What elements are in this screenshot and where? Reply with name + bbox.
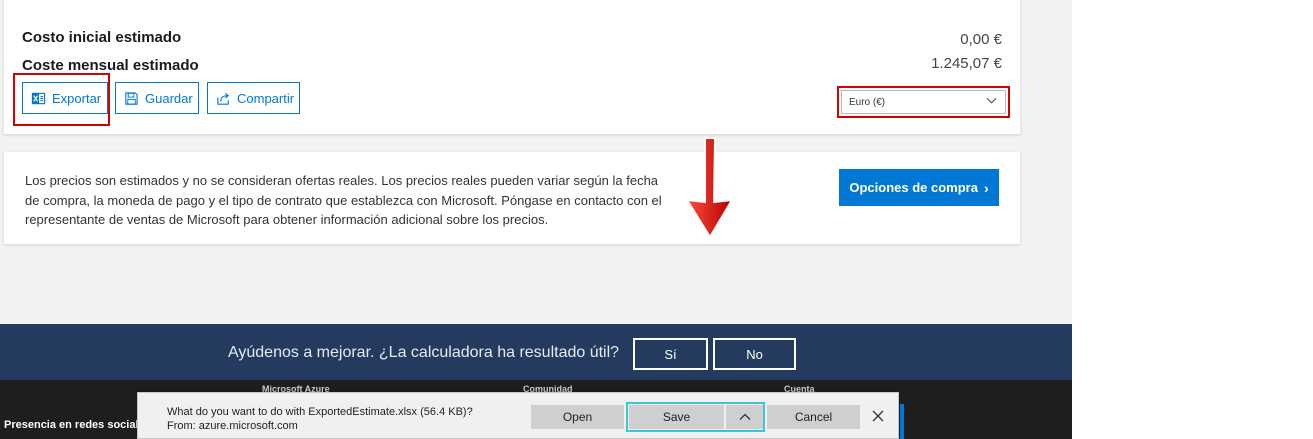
save-options-button[interactable] xyxy=(726,405,763,429)
page-button-edge xyxy=(900,404,904,439)
chevron-right-icon: › xyxy=(983,179,989,196)
pricing-disclaimer: Los precios son estimados y no se consid… xyxy=(25,173,662,227)
save-estimate-label: Guardar xyxy=(145,90,193,106)
export-highlight-box xyxy=(13,73,110,126)
close-icon[interactable] xyxy=(871,409,885,423)
initial-cost-value: 0,00 € xyxy=(960,31,1002,48)
initial-cost-label: Costo inicial estimado xyxy=(22,29,182,46)
download-question: What do you want to do with ExportedEsti… xyxy=(167,406,473,418)
feedback-banner: Ayúdenos a mejorar. ¿La calculadora ha r… xyxy=(0,324,1072,380)
currency-highlight-box xyxy=(837,86,1010,118)
download-prompt: What do you want to do with ExportedEsti… xyxy=(167,405,473,433)
download-notification-bar: What do you want to do with ExportedEsti… xyxy=(137,392,899,439)
feedback-question: Ayúdenos a mejorar. ¿La calculadora ha r… xyxy=(228,344,620,361)
chevron-up-icon xyxy=(739,413,750,420)
pricing-info-card: Los precios son estimados y no se consid… xyxy=(4,152,1020,244)
floppy-icon xyxy=(125,91,138,105)
feedback-no-button[interactable]: No xyxy=(713,338,796,370)
red-arrow-annotation xyxy=(685,137,734,239)
purchase-options-button[interactable]: Opciones de compra › xyxy=(839,169,999,206)
monthly-cost-value: 1.245,07 € xyxy=(931,55,1002,72)
blank-margin xyxy=(1072,0,1313,439)
share-button[interactable]: Compartir xyxy=(207,82,300,114)
save-estimate-button[interactable]: Guardar xyxy=(115,82,199,114)
monthly-cost-label: Coste mensual estimado xyxy=(22,57,199,74)
download-save-button[interactable]: Save xyxy=(629,405,724,429)
download-cancel-button[interactable]: Cancel xyxy=(767,405,860,429)
share-icon xyxy=(217,92,230,105)
download-source: From: azure.microsoft.com xyxy=(167,420,298,432)
feedback-yes-button[interactable]: Sí xyxy=(633,338,708,370)
purchase-options-label: Opciones de compra xyxy=(849,180,978,195)
share-button-label: Compartir xyxy=(237,90,295,106)
social-presence-label: Presencia en redes sociale xyxy=(4,419,145,431)
download-open-button[interactable]: Open xyxy=(531,405,624,429)
